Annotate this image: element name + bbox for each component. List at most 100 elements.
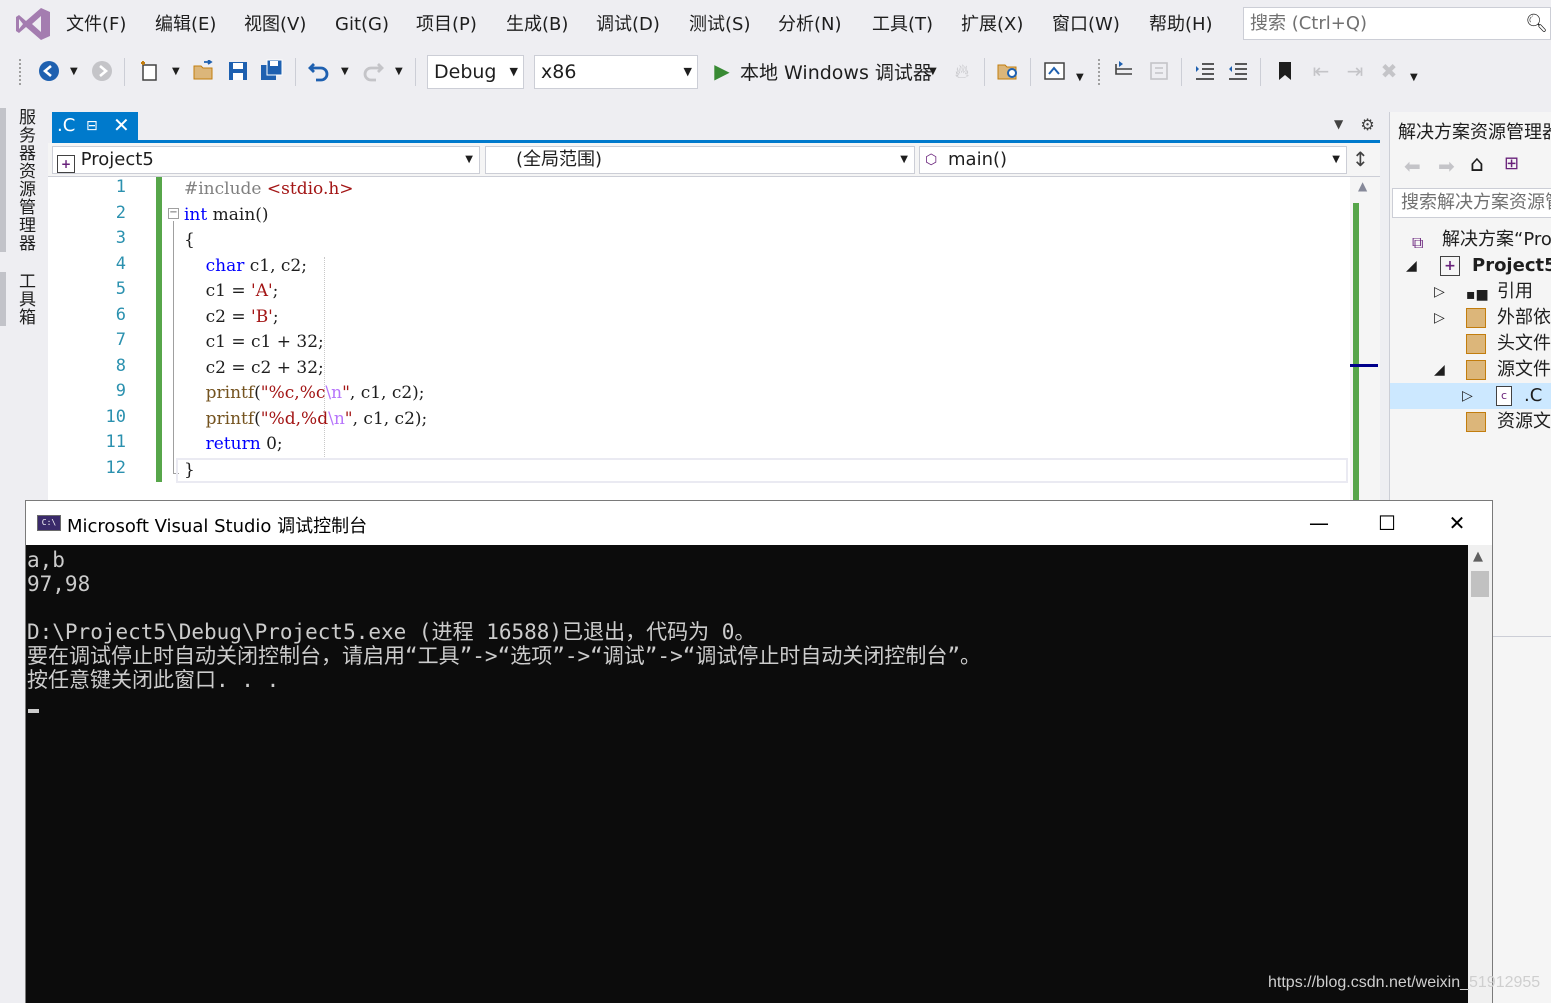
quick-search-box[interactable]: 🔍︎	[1243, 7, 1551, 40]
tree-item-source-files[interactable]: ◢ 源文件	[1390, 357, 1551, 383]
outdent-icon[interactable]	[1192, 56, 1218, 86]
menu-tools[interactable]: 工具(T)	[872, 12, 933, 38]
toolbar-grip[interactable]	[1097, 58, 1101, 86]
collapsed-icon[interactable]: ▷	[1462, 383, 1473, 409]
save-icon[interactable]	[225, 56, 251, 86]
start-debugging-icon[interactable]: ▶	[712, 56, 732, 86]
find-in-files-icon[interactable]	[994, 56, 1022, 86]
menu-git[interactable]: Git(G)	[335, 12, 389, 38]
menu-project[interactable]: 项目(P)	[416, 12, 477, 38]
expanded-icon[interactable]: ◢	[1406, 253, 1417, 279]
code-line[interactable]: c1 = 'A';	[184, 279, 279, 305]
code-line[interactable]: }	[184, 458, 195, 484]
scroll-up-icon[interactable]: ▲	[1358, 179, 1367, 193]
menu-analyze[interactable]: 分析(N)	[778, 12, 842, 38]
console-vertical-scrollbar[interactable]: ▲	[1468, 545, 1492, 1003]
solution-platform-select[interactable]: x86 ▼	[534, 55, 698, 89]
scrollbar-thumb[interactable]	[1471, 571, 1489, 597]
navigate-back-icon[interactable]	[36, 56, 62, 86]
menu-build[interactable]: 生成(B)	[506, 12, 568, 38]
close-icon[interactable]: ✕	[113, 111, 130, 139]
console-title-bar[interactable]: C:\ Microsoft Visual Studio 调试控制台 — ☐ ✕	[26, 501, 1492, 545]
toolbar-grip[interactable]	[18, 58, 22, 86]
code-editor[interactable]: 1 2 3 4 5 6 7 8 9 10 11 12 − #include <s…	[48, 177, 1350, 503]
start-debugger-button[interactable]: 本地 Windows 调试器	[740, 56, 932, 86]
code-line[interactable]: c1 = c1 + 32;	[184, 330, 324, 356]
tree-item-solution[interactable]: ⧉ 解决方案“Project5”	[1390, 227, 1551, 253]
expanded-icon[interactable]: ◢	[1434, 357, 1445, 383]
pin-icon[interactable]: ⊟	[86, 112, 98, 140]
previous-bookmark-icon[interactable]: ⇤	[1308, 56, 1334, 86]
collapsed-icon[interactable]: ▷	[1434, 279, 1445, 305]
menu-extensions[interactable]: 扩展(X)	[961, 12, 1023, 38]
code-line[interactable]: return 0;	[184, 432, 283, 458]
open-file-icon[interactable]	[190, 56, 218, 86]
menu-help[interactable]: 帮助(H)	[1149, 12, 1213, 38]
new-project-icon[interactable]	[136, 56, 164, 86]
debugger-dropdown-icon[interactable]: ▼	[929, 66, 937, 77]
tree-item-header-files[interactable]: 头文件	[1390, 331, 1551, 357]
save-all-icon[interactable]	[258, 56, 286, 86]
bookmark-icon[interactable]	[1272, 56, 1298, 86]
clear-bookmarks-icon[interactable]: ✖	[1376, 56, 1402, 86]
menu-file[interactable]: 文件(F)	[66, 12, 126, 38]
quick-search-input[interactable]	[1250, 11, 1520, 36]
forward-icon[interactable]: ➡	[1438, 154, 1455, 178]
next-bookmark-icon[interactable]: ⇥	[1342, 56, 1368, 86]
collapse-icon[interactable]: −	[168, 208, 179, 219]
tree-item-external-deps[interactable]: ▷ 外部依赖项	[1390, 305, 1551, 331]
back-icon[interactable]: ⬅	[1404, 154, 1421, 178]
menu-window[interactable]: 窗口(W)	[1052, 12, 1120, 38]
tab-server-explorer[interactable]: 服务器资源管理器	[14, 108, 38, 252]
redo-icon[interactable]	[360, 56, 386, 86]
gear-icon[interactable]: ⚙	[1360, 115, 1374, 134]
code-line[interactable]: c2 = c2 + 32;	[184, 356, 324, 382]
switch-views-icon[interactable]: ⊞	[1504, 153, 1519, 174]
home-icon[interactable]: ⌂	[1470, 152, 1484, 177]
solution-search-input[interactable]: 搜索解决方案资源管理器	[1392, 188, 1551, 218]
member-select[interactable]: ⬡ main() ▼	[919, 146, 1347, 174]
code-line[interactable]: {	[184, 228, 195, 254]
minimize-button[interactable]: —	[1284, 501, 1354, 545]
scope-select[interactable]: (全局范围) ▼	[485, 146, 915, 174]
tree-item-c-file[interactable]: ▷ c .C	[1390, 383, 1551, 409]
project-select[interactable]: + Project5 ▼	[52, 146, 480, 174]
tab-toolbox[interactable]: 工具箱	[14, 272, 38, 326]
back-dropdown-icon[interactable]: ▼	[70, 66, 78, 77]
menu-edit[interactable]: 编辑(E)	[155, 12, 216, 38]
code-line[interactable]: int main()	[184, 203, 269, 229]
code-line[interactable]: char c1, c2;	[184, 254, 307, 280]
collapsed-icon[interactable]: ▷	[1434, 305, 1445, 331]
maximize-button[interactable]: ☐	[1352, 501, 1422, 545]
code-line[interactable]: printf("%c,%c\n", c1, c2);	[184, 381, 425, 407]
menu-debug[interactable]: 调试(D)	[596, 12, 660, 38]
code-line[interactable]: printf("%d,%d\n", c1, c2);	[184, 407, 428, 433]
new-dropdown-icon[interactable]: ▼	[172, 66, 180, 77]
scroll-up-icon[interactable]: ▲	[1473, 549, 1483, 564]
split-window-icon[interactable]: ↕	[1352, 147, 1369, 171]
tree-item-references[interactable]: ▷ ▪■ 引用	[1390, 279, 1551, 305]
undo-icon[interactable]	[306, 56, 332, 86]
console-output[interactable]: a,b 97,98 D:\Project5\Debug\Project5.exe…	[26, 545, 1468, 1003]
redo-dropdown-icon[interactable]: ▼	[395, 66, 403, 77]
tree-item-project[interactable]: ◢ + Project5	[1390, 253, 1551, 279]
close-button[interactable]: ✕	[1422, 501, 1492, 545]
editor-vertical-scrollbar[interactable]: ▲	[1350, 177, 1380, 553]
hot-reload-icon[interactable]: 🔥︎	[951, 56, 973, 86]
code-line[interactable]: c2 = 'B';	[184, 305, 279, 331]
solution-configuration-select[interactable]: Debug ▼	[427, 55, 524, 89]
browser-dropdown-icon[interactable]: ▼	[1076, 72, 1084, 83]
tree-item-resource-files[interactable]: 资源文件	[1390, 409, 1551, 435]
menu-test[interactable]: 测试(S)	[689, 12, 750, 38]
toolbar-overflow-icon[interactable]: ▼	[1410, 72, 1418, 83]
menu-view[interactable]: 视图(V)	[244, 12, 306, 38]
step-into-icon[interactable]	[1110, 56, 1138, 86]
code-text[interactable]: #include <stdio.h> int main(){ char c1, c…	[184, 177, 1344, 503]
step-out-icon[interactable]	[1145, 56, 1173, 86]
tab-list-dropdown-icon[interactable]: ▼	[1334, 117, 1343, 131]
code-line[interactable]: #include <stdio.h>	[184, 177, 354, 203]
navigate-forward-icon[interactable]	[89, 56, 115, 86]
visual-studio-logo-icon[interactable]	[14, 6, 52, 42]
search-icon[interactable]: 🔍︎	[1525, 13, 1548, 34]
indent-icon[interactable]	[1225, 56, 1251, 86]
